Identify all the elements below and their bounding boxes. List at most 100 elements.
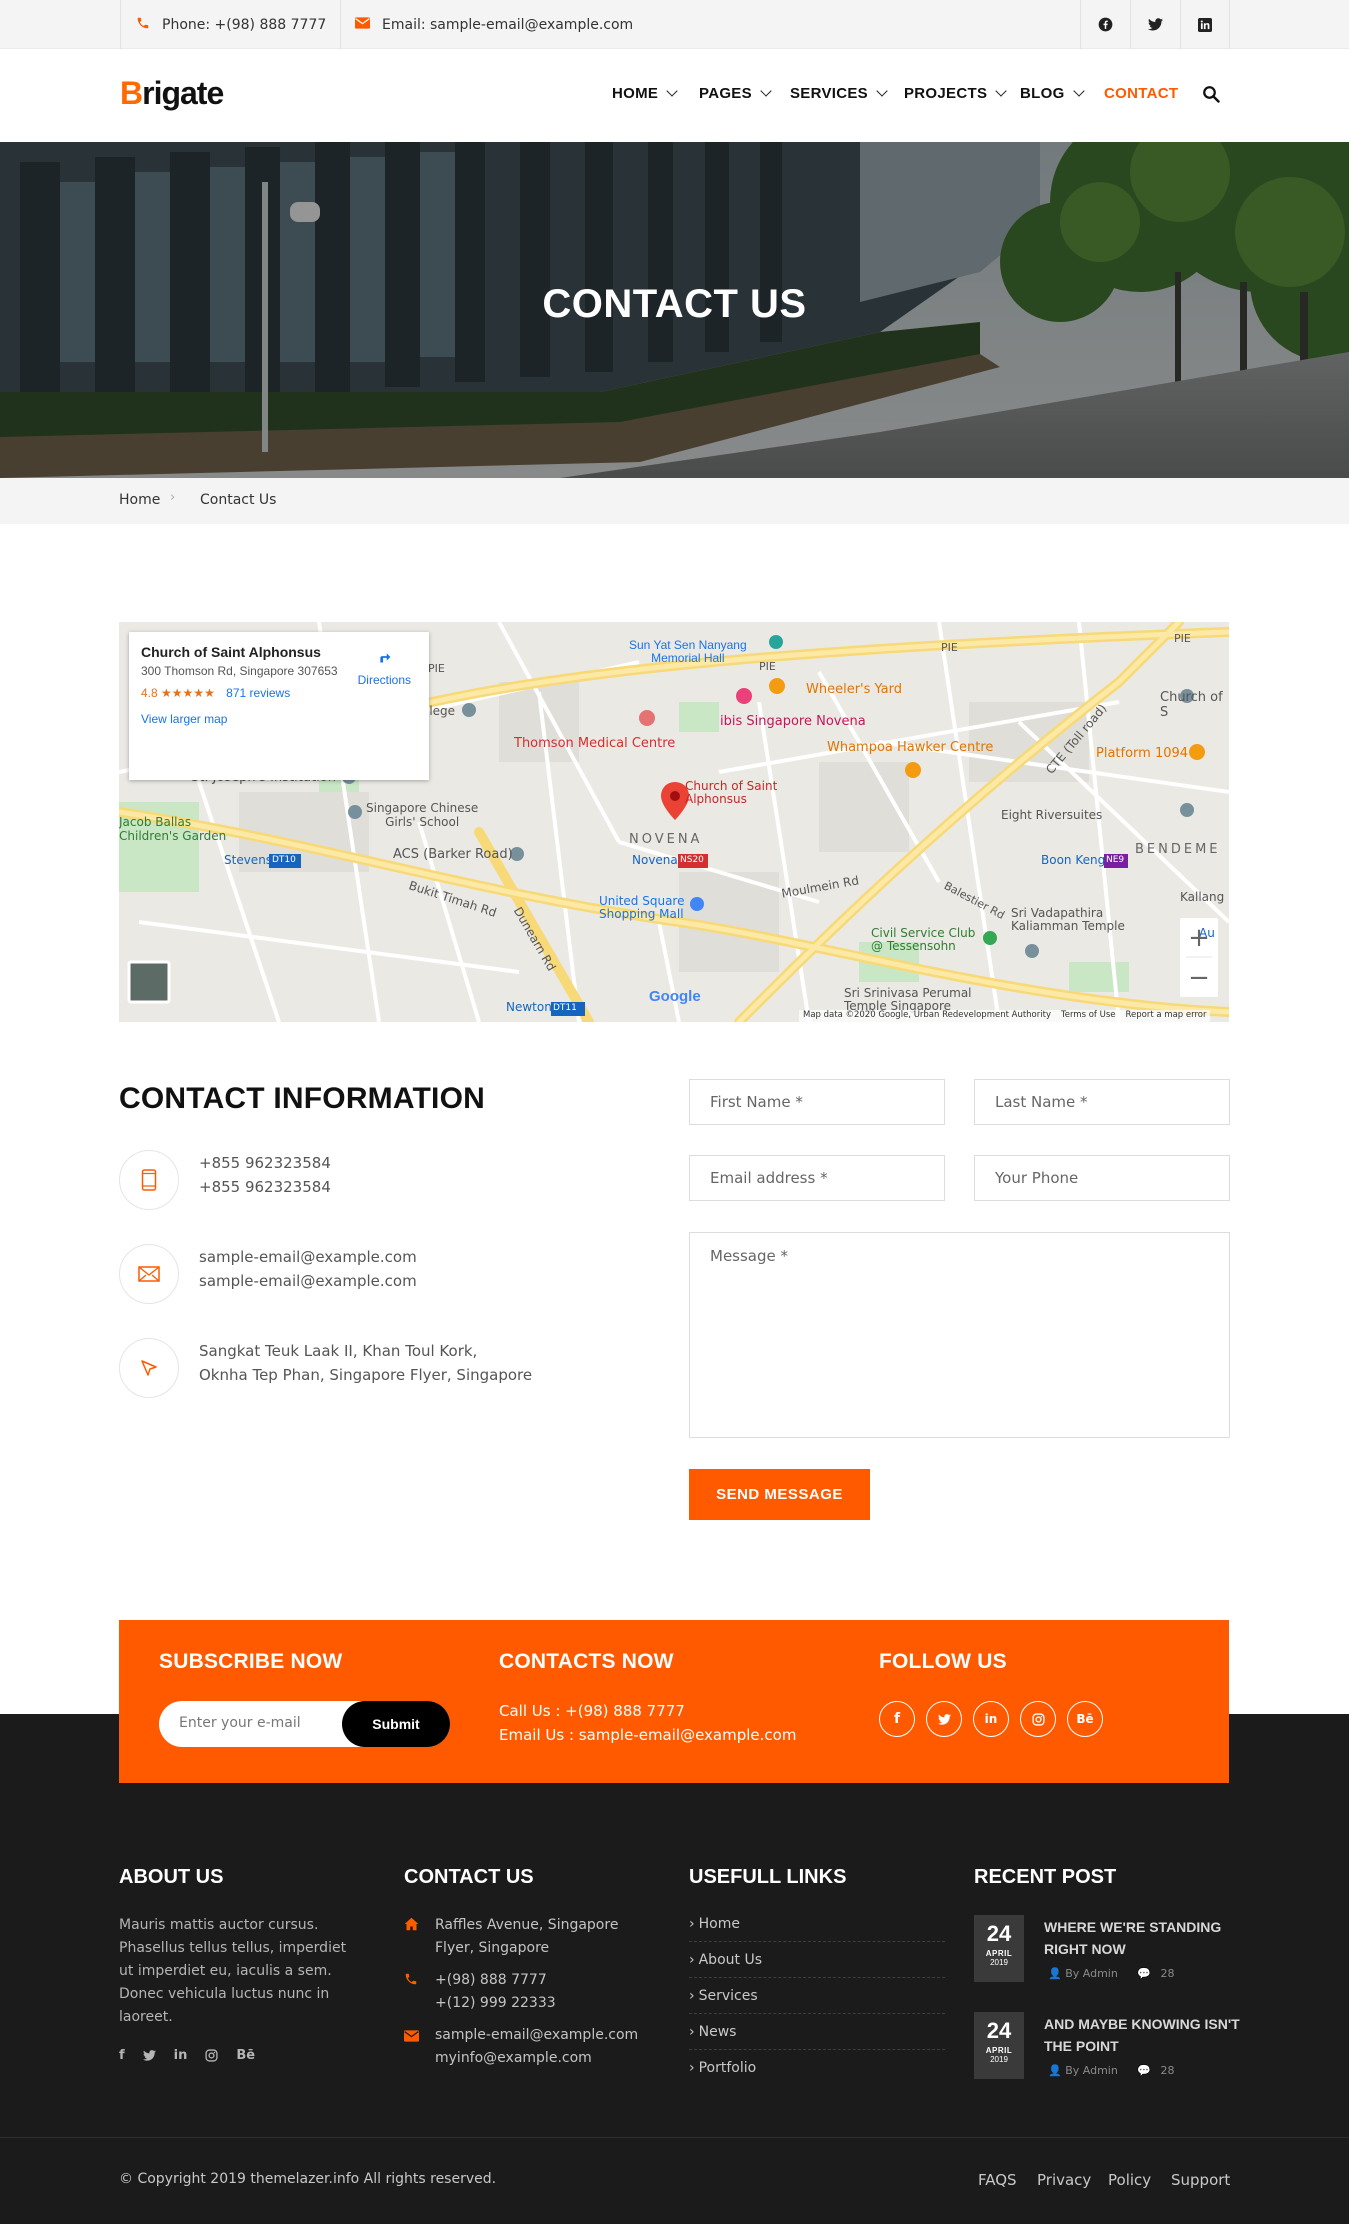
directions-button[interactable]: Directions (358, 646, 411, 687)
linkedin-icon (1198, 17, 1212, 32)
phone-field[interactable]: Your Phone (974, 1155, 1230, 1201)
star-rating-icon: ★★★★★ (161, 686, 215, 700)
satellite-toggle[interactable] (129, 962, 169, 1002)
last-name-field[interactable]: Last Name * (974, 1079, 1230, 1125)
facebook-link[interactable] (1080, 0, 1130, 49)
linkedin-link[interactable] (1180, 0, 1230, 49)
map-reviews-link[interactable]: 871 reviews (226, 686, 290, 700)
subscribe-submit-button[interactable]: Submit (342, 1701, 450, 1747)
brand-logo[interactable]: Brigate (120, 75, 224, 112)
footer-link-support[interactable]: Support (1171, 2171, 1230, 2189)
twitter-icon (1148, 18, 1163, 31)
facebook-icon[interactable]: f (119, 2048, 125, 2063)
contact-phone-badge (119, 1150, 179, 1210)
twitter-icon[interactable] (926, 1701, 962, 1737)
chevron-right-icon: › (689, 1915, 695, 1932)
instagram-icon[interactable] (1020, 1701, 1056, 1737)
directions-icon (375, 647, 394, 667)
message-field[interactable]: Message * (689, 1232, 1230, 1438)
footer-link-portfolio[interactable]: › Portfolio (689, 2050, 945, 2086)
send-message-button[interactable]: SEND MESSAGE (689, 1469, 870, 1520)
google-map[interactable]: Sun Yat Sen Nanyang Memorial Hall Wheeler… (119, 622, 1229, 1022)
report-map-error-link[interactable]: Report a map error (1126, 1010, 1207, 1022)
chevron-right-icon: › (170, 490, 176, 505)
map-label: Jacob Ballas Children's Garden (119, 815, 227, 843)
footer-link-faqs[interactable]: FAQS (978, 2171, 1017, 2189)
first-name-field[interactable]: First Name * (689, 1079, 945, 1125)
user-icon: 👤 (1048, 1967, 1062, 1980)
terms-link[interactable]: Terms of Use (1061, 1010, 1116, 1022)
footer-recent-title: RECENT POST (974, 1866, 1117, 1888)
map-label: PIE (759, 660, 776, 673)
footer-link-news[interactable]: › News (689, 2014, 945, 2050)
footer-phones: +(98) 888 7777 +(12) 999 22333 (435, 1972, 556, 2011)
twitter-icon[interactable] (142, 2050, 156, 2061)
nav-home[interactable]: HOME (612, 85, 678, 102)
envelope-icon (355, 16, 370, 33)
map-label: DT11 (553, 1003, 577, 1013)
comments-icon: 💬 (1137, 2064, 1152, 2077)
search-button[interactable] (1202, 85, 1220, 107)
facebook-icon[interactable]: f (879, 1701, 915, 1737)
phone-icon (136, 16, 150, 34)
footer-link-about[interactable]: › About Us (689, 1942, 945, 1978)
footer-about-title: ABOUT US (119, 1866, 224, 1888)
nav-blog[interactable]: BLOG (1020, 85, 1085, 102)
map-label: llege (426, 704, 456, 718)
chevron-down-icon (876, 85, 888, 97)
map-label: BENDEME (1135, 842, 1221, 857)
footer-link-home[interactable]: › Home (689, 1906, 945, 1942)
map-label: Sri Vadapathira Kaliamman Temple (1011, 906, 1125, 933)
zoom-in-button[interactable]: + (1180, 918, 1218, 957)
recent-post-title[interactable]: WHERE WE'RE STANDING RIGHT NOW (1044, 1916, 1221, 1960)
subscribe-email-input[interactable]: Enter your e-mail (179, 1715, 301, 1731)
topbar-email[interactable]: Email: sample-email@example.com (355, 0, 633, 49)
twitter-link[interactable] (1130, 0, 1180, 49)
breadcrumb-current: Contact Us (200, 492, 277, 508)
page-title: CONTACT US (542, 282, 807, 326)
nav-pages[interactable]: PAGES (699, 85, 772, 102)
map-pin-label: Church of Saint Alphonsus (685, 779, 778, 806)
map-rating: 4.8 ★★★★★ 871 reviews (141, 686, 291, 700)
footer-link-policy[interactable]: Policy (1108, 2171, 1151, 2189)
chevron-down-icon (1072, 85, 1085, 97)
chevron-right-icon: › (689, 1951, 695, 1968)
chevron-down-icon (666, 85, 678, 97)
phone-icon (405, 1973, 417, 1985)
footer-address: Raffles Avenue, Singapore Flyer, Singapor… (435, 1917, 619, 1956)
map-label: Stevens (224, 853, 273, 867)
nav-contact[interactable]: CONTACT (1104, 85, 1178, 102)
search-icon (1203, 86, 1220, 103)
contact-email-text: sample-email@example.com sample-email@exa… (199, 1248, 417, 1290)
email-field[interactable]: Email address * (689, 1155, 945, 1201)
map-label: Civil Service Club @ Tessensohn (871, 926, 976, 953)
instagram-icon[interactable] (205, 2049, 218, 2062)
divider (340, 0, 341, 49)
nav-projects[interactable]: PROJECTS (904, 85, 1007, 102)
footer-link-services[interactable]: › Services (689, 1978, 945, 2014)
map-label: PIE (428, 662, 445, 675)
map-attribution: Map data ©2020 Google, Urban Redevelopme… (799, 1010, 1211, 1022)
view-larger-map-link[interactable]: View larger map (141, 712, 417, 726)
linkedin-icon[interactable]: in (973, 1701, 1009, 1737)
topbar-phone: Phone: +(98) 888 7777 (136, 0, 326, 49)
map-label: Newton (506, 1000, 552, 1014)
map-label: Novena (632, 853, 678, 867)
footer-link-privacy[interactable]: Privacy (1037, 2171, 1091, 2189)
map-label: Thomson Medical Centre (514, 736, 676, 751)
linkedin-icon[interactable]: in (174, 2048, 188, 2063)
map-label: NE9 (1106, 855, 1125, 865)
behance-icon[interactable]: Bē (236, 2048, 255, 2063)
nav-services[interactable]: SERVICES (790, 85, 888, 102)
location-arrow-icon (141, 1360, 157, 1376)
breadcrumb-home[interactable]: Home (119, 492, 160, 508)
map-label: Sun Yat Sen Nanyang Memorial Hall (629, 638, 747, 665)
recent-post-title[interactable]: AND MAYBE KNOWING ISN'T THE POINT (1044, 2013, 1240, 2057)
footer-emails: sample-email@example.com myinfo@example.c… (435, 2027, 639, 2066)
behance-icon[interactable]: Bē (1067, 1701, 1103, 1737)
post-date-badge: 24 APRIL 2019 (974, 2012, 1024, 2079)
map-place-card: Church of Saint Alphonsus 300 Thomson Rd… (129, 632, 429, 780)
post-date-badge: 24 APRIL 2019 (974, 1915, 1024, 1982)
chevron-right-icon: › (689, 2023, 695, 2040)
zoom-out-button[interactable]: − (1180, 958, 1218, 997)
